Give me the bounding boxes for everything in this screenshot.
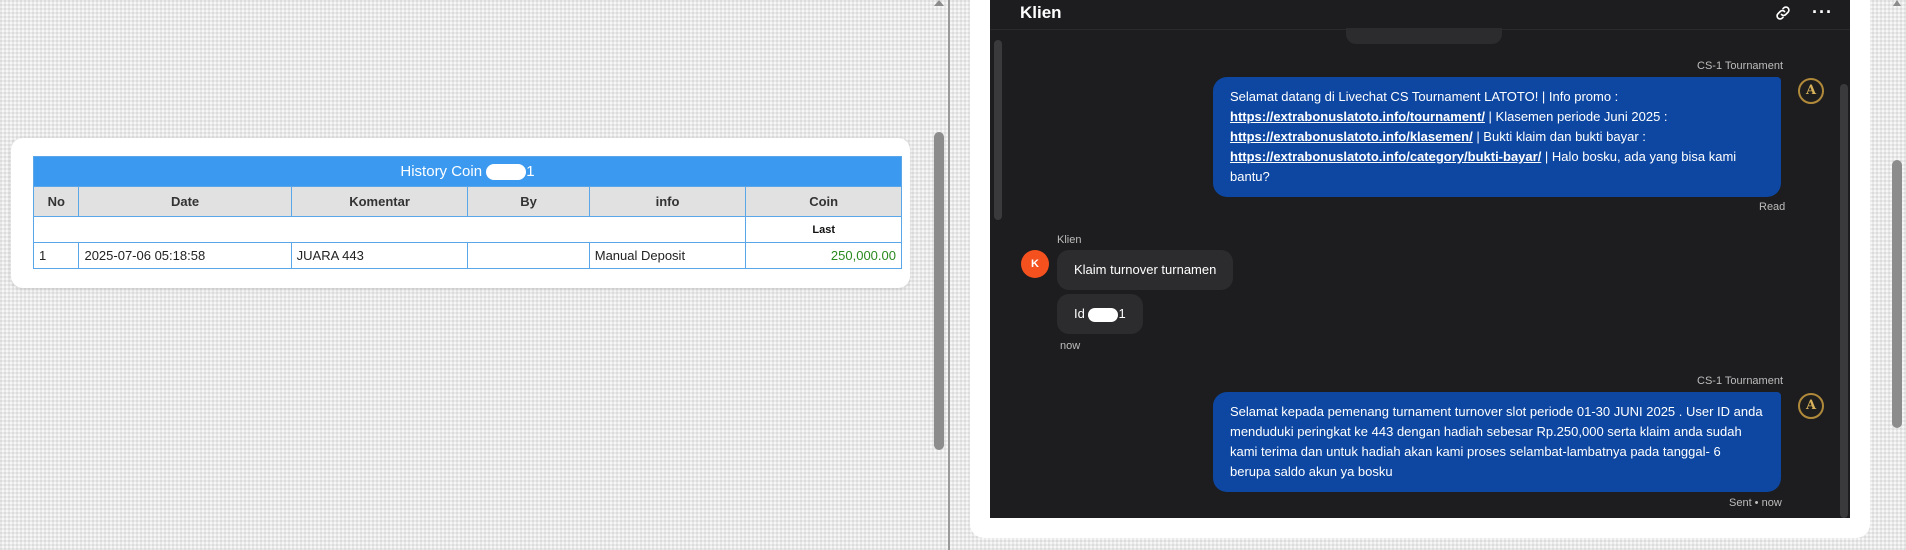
table-row: 1 2025-07-06 05:18:58 JUARA 443 Manual D… [32,242,902,269]
chat-title: Klien [1020,3,1062,22]
link-klasemen[interactable]: https://extrabonuslatoto.info/klasemen/ [1230,129,1473,144]
agent-avatar-2: A [1798,393,1824,419]
panel-divider[interactable] [948,0,950,550]
last-spacer [32,216,747,243]
chat-panel: Klien ··· CS-1 Tournament Selamat datang… [990,0,1850,518]
chat-header: Klien ··· [990,0,1850,30]
history-title-text: History Coin [400,162,483,180]
page-scrollbar-thumb[interactable] [1892,160,1902,428]
client-message-claim: Klaim turnover turnamen [1057,250,1234,290]
more-icon[interactable]: ··· [1812,2,1833,23]
client-message-time: now [1060,340,1081,352]
client-message-id-prefix: Id [1074,306,1085,321]
client-message-claim-text: Klaim turnover turnamen [1074,262,1217,277]
system-message-pill [1346,28,1502,44]
msg1-text3: | Bukti klaim dan bukti bayar : [1472,129,1646,144]
agent-name-label-2: CS-1 Tournament [1697,375,1784,387]
agent-message-winner: Selamat kepada pemenang turnament turnov… [1213,392,1781,492]
last-label: Last [745,216,902,243]
msg1-text1: Selamat datang di Livechat CS Tournament… [1230,89,1619,104]
page-scroll-up-arrow-icon[interactable] [1893,0,1901,6]
link-icon[interactable] [1774,4,1792,22]
col-by: By [467,186,590,217]
history-title: History Coin 1 [33,156,902,187]
redacted-username [486,164,527,181]
client-message-id-suffix: 1 [1118,306,1126,321]
client-message-id: Id 1 [1057,294,1143,334]
cell-komentar: JUARA 443 [290,242,469,269]
agent-message-welcome: Selamat datang di Livechat CS Tournament… [1213,77,1781,197]
agent-name-label: CS-1 Tournament [1697,60,1784,72]
cell-no: 1 [32,242,80,269]
col-date: Date [78,186,292,217]
client-avatar: K [1021,250,1049,278]
chat-scrollbar-right[interactable] [1840,84,1848,518]
col-info: info [588,186,747,217]
col-coin: Coin [745,186,902,217]
msg2-text: Selamat kepada pemenang turnament turnov… [1230,404,1763,479]
history-title-suffix: 1 [526,162,535,180]
read-status: Read [1759,201,1786,213]
msg1-text2: | Klasemen periode Juni 2025 : [1484,109,1668,124]
scroll-up-arrow-icon[interactable] [933,0,945,6]
cell-date: 2025-07-06 05:18:58 [78,242,292,269]
link-tournament[interactable]: https://extrabonuslatoto.info/tournament… [1230,109,1485,124]
chat-scrollbar-left[interactable] [994,40,1002,220]
agent-avatar: A [1798,78,1824,104]
client-name-label: Klien [1057,234,1082,246]
link-bukti-bayar[interactable]: https://extrabonuslatoto.info/category/b… [1230,149,1541,164]
cell-by [467,242,590,269]
col-komentar: Komentar [290,186,469,217]
history-coin-card: History Coin 1 No Date Komentar By info … [11,138,910,288]
cell-coin: 250,000.00 [745,242,902,269]
cell-info: Manual Deposit [588,242,747,269]
col-no: No [32,186,80,217]
sent-status: Sent • now [1729,497,1782,509]
redacted-user-id [1088,307,1119,322]
history-coin-table: History Coin 1 No Date Komentar By info … [32,156,902,269]
left-scrollbar-thumb[interactable] [934,132,944,450]
